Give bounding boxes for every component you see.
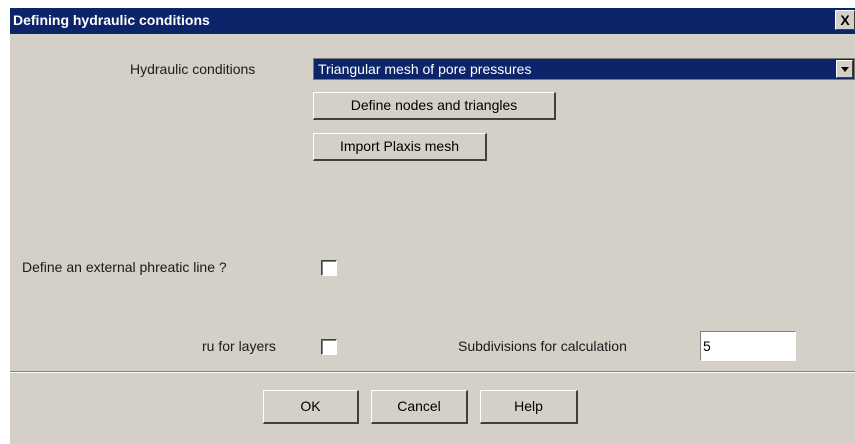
- ru-layers-label: ru for layers: [202, 338, 276, 354]
- ok-label: OK: [300, 398, 321, 414]
- ru-layers-checkbox[interactable]: [321, 339, 337, 355]
- import-plaxis-button[interactable]: Import Plaxis mesh: [313, 133, 487, 161]
- dialog: Defining hydraulic conditions X Hydrauli…: [0, 0, 855, 444]
- import-plaxis-label: Import Plaxis mesh: [339, 138, 460, 154]
- define-nodes-button[interactable]: Define nodes and triangles: [313, 92, 556, 120]
- phreatic-line-checkbox[interactable]: [321, 260, 337, 276]
- subdivisions-label: Subdivisions for calculation: [458, 338, 627, 354]
- cancel-label: Cancel: [397, 398, 441, 414]
- phreatic-line-label: Define an external phreatic line ?: [22, 259, 227, 275]
- dialog-title: Defining hydraulic conditions: [13, 12, 210, 28]
- footer-divider: [10, 371, 855, 373]
- chevron-down-icon[interactable]: [836, 60, 853, 78]
- hydraulic-conditions-label: Hydraulic conditions: [130, 61, 256, 77]
- subdivisions-field[interactable]: 5: [700, 331, 796, 361]
- ok-button[interactable]: OK: [263, 390, 359, 424]
- cancel-button[interactable]: Cancel: [371, 390, 468, 424]
- hydraulic-conditions-value: Triangular mesh of pore pressures: [318, 61, 532, 77]
- help-label: Help: [514, 398, 543, 414]
- hydraulic-conditions-dropdown[interactable]: Triangular mesh of pore pressures: [313, 58, 855, 80]
- title-bar[interactable]: Defining hydraulic conditions X: [10, 8, 855, 34]
- close-button[interactable]: X: [835, 10, 855, 30]
- close-icon: X: [840, 12, 850, 28]
- help-button[interactable]: Help: [480, 390, 578, 424]
- define-nodes-label: Define nodes and triangles: [350, 97, 518, 113]
- dialog-body: Hydraulic conditions Triangular mesh of …: [10, 34, 855, 444]
